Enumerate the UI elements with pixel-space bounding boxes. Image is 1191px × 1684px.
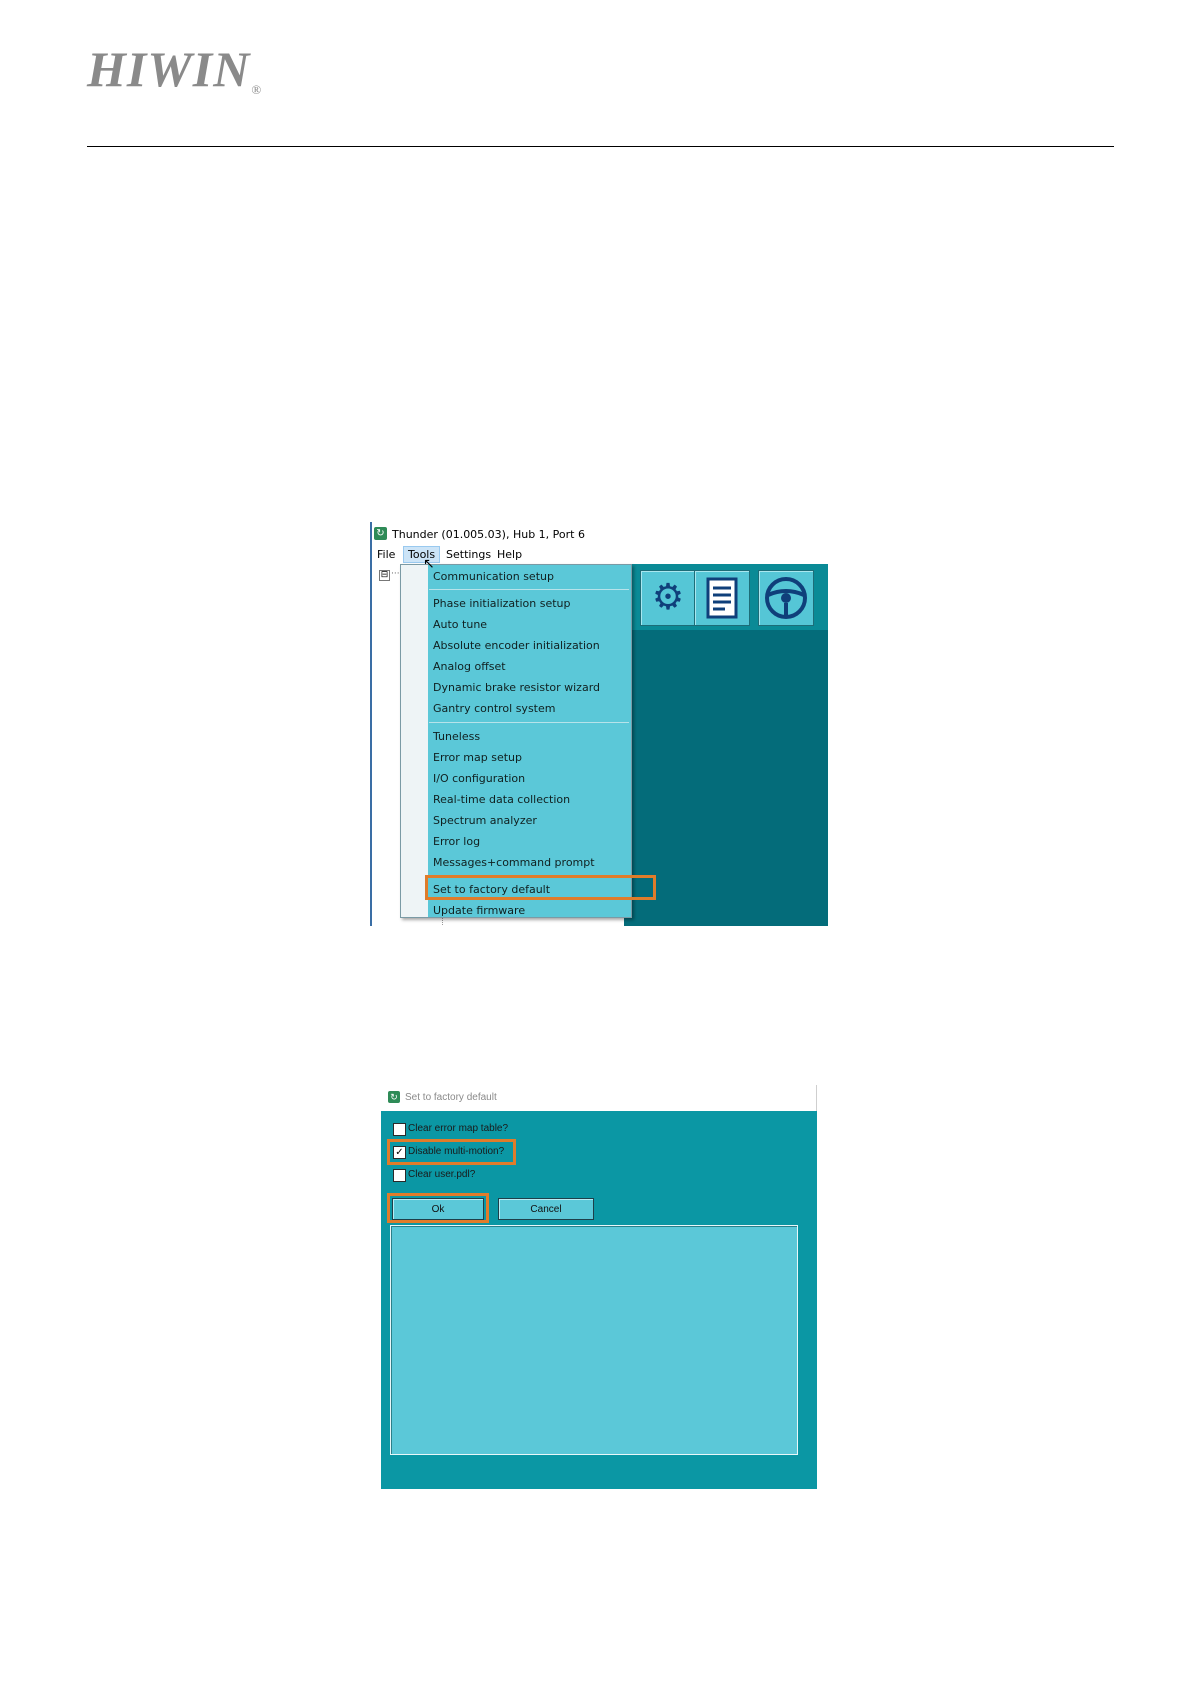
factory-default-dialog-screenshot: ↻ Set to factory default Clear error map… [381, 1085, 817, 1489]
registered-mark: ® [251, 82, 263, 97]
menu-item-tuneless[interactable]: Tuneless [433, 730, 480, 743]
menu-settings[interactable]: Settings [442, 547, 495, 562]
menu-item-spectrum-analyzer[interactable]: Spectrum analyzer [433, 814, 537, 827]
hiwin-logo: HIWIN® [87, 41, 263, 97]
menu-item-update-firmware[interactable]: Update firmware [433, 904, 525, 917]
menu-item-io-configuration[interactable]: I/O configuration [433, 772, 525, 785]
highlight-box-multi-motion [387, 1139, 516, 1165]
window-title: Thunder (01.005.03), Hub 1, Port 6 [392, 528, 585, 541]
document-toolbar-button[interactable] [694, 570, 750, 626]
message-output-area [390, 1225, 798, 1455]
thunder-tools-menu-screenshot: ↻ Thunder (01.005.03), Hub 1, Port 6 Fil… [370, 520, 828, 926]
menu-item-messages-command-prompt[interactable]: Messages+command prompt [433, 856, 595, 869]
header-rule [87, 146, 1114, 147]
menu-file[interactable]: File [373, 547, 399, 562]
mouse-cursor-icon: ↖ [423, 556, 435, 572]
document-icon [706, 577, 738, 619]
menubar: File Tools Settings Help [370, 546, 828, 564]
cancel-button[interactable]: Cancel [498, 1198, 594, 1220]
menu-separator [429, 589, 629, 590]
steering-wheel-icon [765, 577, 807, 619]
menu-help[interactable]: Help [493, 547, 526, 562]
tools-dropdown-menu: Communication setup Phase initialization… [400, 564, 656, 918]
dialog-titlebar: ↻ Set to factory default [381, 1085, 817, 1111]
dialog-title: Set to factory default [405, 1092, 497, 1103]
menu-item-auto-tune[interactable]: Auto tune [433, 618, 487, 631]
label-clear-error-map: Clear error map table? [408, 1123, 509, 1134]
menu-item-absolute-encoder-initialization[interactable]: Absolute encoder initialization [433, 639, 600, 652]
tree-connector: ··· [391, 569, 400, 579]
menu-icon-strip [401, 565, 428, 917]
label-clear-user-pdl: Clear user.pdl? [408, 1169, 476, 1180]
checkbox-clear-error-map[interactable] [393, 1123, 406, 1136]
menu-item-dynamic-brake-resistor-wizard[interactable]: Dynamic brake resistor wizard [433, 681, 600, 694]
menu-item-error-map-setup[interactable]: Error map setup [433, 751, 522, 764]
thunder-app-icon: ↻ [388, 1091, 400, 1103]
steering-toolbar-button[interactable] [758, 570, 814, 626]
gear-toolbar-button[interactable]: ⚙ [640, 570, 696, 626]
menu-item-error-log[interactable]: Error log [433, 835, 480, 848]
menu-item-communication-setup[interactable]: Communication setup [433, 570, 554, 583]
menu-item-phase-initialization-setup[interactable]: Phase initialization setup [433, 597, 571, 610]
checkbox-clear-user-pdl[interactable] [393, 1169, 406, 1182]
menu-item-real-time-data-collection[interactable]: Real-time data collection [433, 793, 570, 806]
gear-icon: ⚙ [651, 577, 685, 618]
highlight-box-ok [387, 1193, 489, 1223]
menu-item-gantry-control-system[interactable]: Gantry control system [433, 702, 555, 715]
menu-item-analog-offset[interactable]: Analog offset [433, 660, 506, 673]
thunder-app-icon: ↻ [374, 527, 387, 540]
tree-expander-icon[interactable]: ⊟ [379, 570, 390, 581]
menu-separator [429, 722, 629, 723]
highlight-box-factory-default [425, 875, 656, 900]
